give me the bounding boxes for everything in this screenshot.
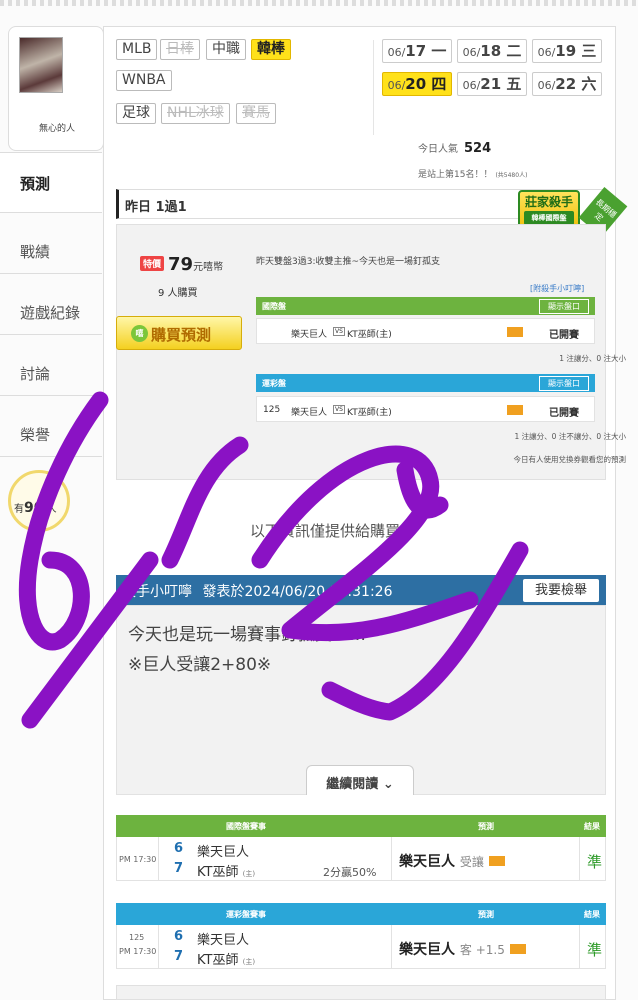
- site-rank: 是站上第15名！！ (共5480人): [418, 170, 528, 180]
- tip-line: 今天也是玩一場賽事釘孤支……: [128, 625, 366, 645]
- report-button[interactable]: 我要檢舉: [523, 579, 599, 602]
- profile-card[interactable]: 無心的人: [8, 26, 104, 151]
- sport-tab-kbo[interactable]: 韓棒: [251, 39, 291, 60]
- buy-prediction-button[interactable]: 嘻購買預測: [116, 316, 242, 350]
- lottery-header: 運彩盤 顯示盤口: [256, 374, 595, 392]
- lottery-result-table: 運彩盤賽事 預測 結果 125 PM 17:30 6 樂天巨人 7 KT巫師 (…: [116, 903, 606, 969]
- username[interactable]: 無心的人: [9, 121, 105, 134]
- intl-result-table: 國際盤賽事 預測 結果 PM 17:30 6 樂天巨人 7 KT巫師 (主) 2…: [116, 815, 606, 881]
- tip-link[interactable]: [附殺手小叮嚀]: [530, 283, 584, 294]
- read-more-button[interactable]: 繼續閱讀 ⌄: [306, 765, 414, 795]
- sport-tab-cpbl[interactable]: 中職: [206, 39, 246, 60]
- avatar[interactable]: [19, 37, 63, 93]
- intl-row: 樂天巨人 VS KT巫師(主) 已開賽: [256, 318, 595, 344]
- divider: [373, 40, 374, 135]
- sport-tab-nhl[interactable]: NHL冰球: [161, 103, 230, 124]
- killer-badge: 莊家殺手 韓棒國際盤: [518, 190, 580, 228]
- coin-icon: 嘻: [131, 325, 148, 342]
- tip-line: ※巨人受讓2+80※: [128, 655, 272, 675]
- sport-tab-soccer[interactable]: 足球: [116, 103, 156, 124]
- vs-icon: VS: [333, 327, 345, 336]
- result-row: PM 17:30 6 樂天巨人 7 KT巫師 (主) 2分贏50% 樂天巨人 受…: [116, 837, 606, 881]
- mark-icon: [507, 327, 523, 337]
- date-tab-0620[interactable]: 06/20 四: [382, 72, 452, 96]
- lottery-row: 125 樂天巨人 VS KT巫師(主) 已開賽: [256, 396, 595, 422]
- buyer-only-notice: 以下資訊僅提供給購買者: [250, 522, 416, 540]
- date-tab-0617[interactable]: 06/17 一: [382, 39, 452, 63]
- nav-item-honor[interactable]: 榮譽: [0, 396, 102, 457]
- popularity: 今日人氣 524: [418, 141, 492, 156]
- sport-tab-horse[interactable]: 賽馬: [236, 103, 276, 124]
- date-tab-0619[interactable]: 06/19 三: [532, 39, 602, 63]
- coupon-note: 今日有人使用兌換券觀看您的預測: [513, 455, 627, 464]
- nav-item-game-log[interactable]: 遊戲紀錄: [0, 274, 102, 335]
- bottom-bar: [116, 985, 606, 1000]
- nav-item-predict[interactable]: 預測: [0, 152, 102, 213]
- mark-icon: [509, 944, 526, 954]
- nav-item-record[interactable]: 戰績: [0, 213, 102, 274]
- show-odds-button[interactable]: 顯示盤口: [539, 299, 589, 314]
- result-mark: 準: [587, 853, 603, 871]
- nav-item-discussion[interactable]: 討論: [0, 335, 102, 396]
- mark-icon: [507, 405, 523, 415]
- result-mark: 準: [587, 941, 603, 959]
- intl-header: 國際盤 顯示盤口: [256, 297, 595, 315]
- vs-icon: VS: [333, 405, 345, 414]
- price: 特價 79元嘻幣: [140, 254, 223, 275]
- chevron-down-icon: ⌄: [382, 777, 394, 792]
- sport-tab-npb[interactable]: 日棒: [160, 39, 200, 60]
- sport-tab-wnba[interactable]: WNBA: [116, 70, 172, 91]
- buyer-count: 9 人購買: [158, 288, 198, 299]
- date-tab-0622[interactable]: 06/22 六: [532, 72, 602, 96]
- show-odds-button[interactable]: 顯示盤口: [539, 376, 589, 391]
- lottery-note: 1 注讓分、0 注不讓分、0 注大小: [514, 432, 626, 441]
- date-tab-0618[interactable]: 06/18 二: [457, 39, 527, 63]
- prediction-description: 昨天雙盤3過3:收雙主推~今天也是一場釘孤支: [256, 257, 441, 267]
- sport-tab-mlb[interactable]: MLB: [116, 39, 158, 60]
- result-row: 125 PM 17:30 6 樂天巨人 7 KT巫師 (主) 樂天巨人 客 +1…: [116, 925, 606, 969]
- side-nav: 預測 戰績 遊戲紀錄 討論 榮譽: [0, 152, 102, 457]
- date-tab-0621[interactable]: 06/21 五: [457, 72, 527, 96]
- mark-icon: [488, 856, 505, 866]
- intl-note: 1 注讓分、0 注大小: [559, 354, 626, 363]
- coin-count: 有90 人: [14, 500, 57, 516]
- top-border: [0, 0, 638, 6]
